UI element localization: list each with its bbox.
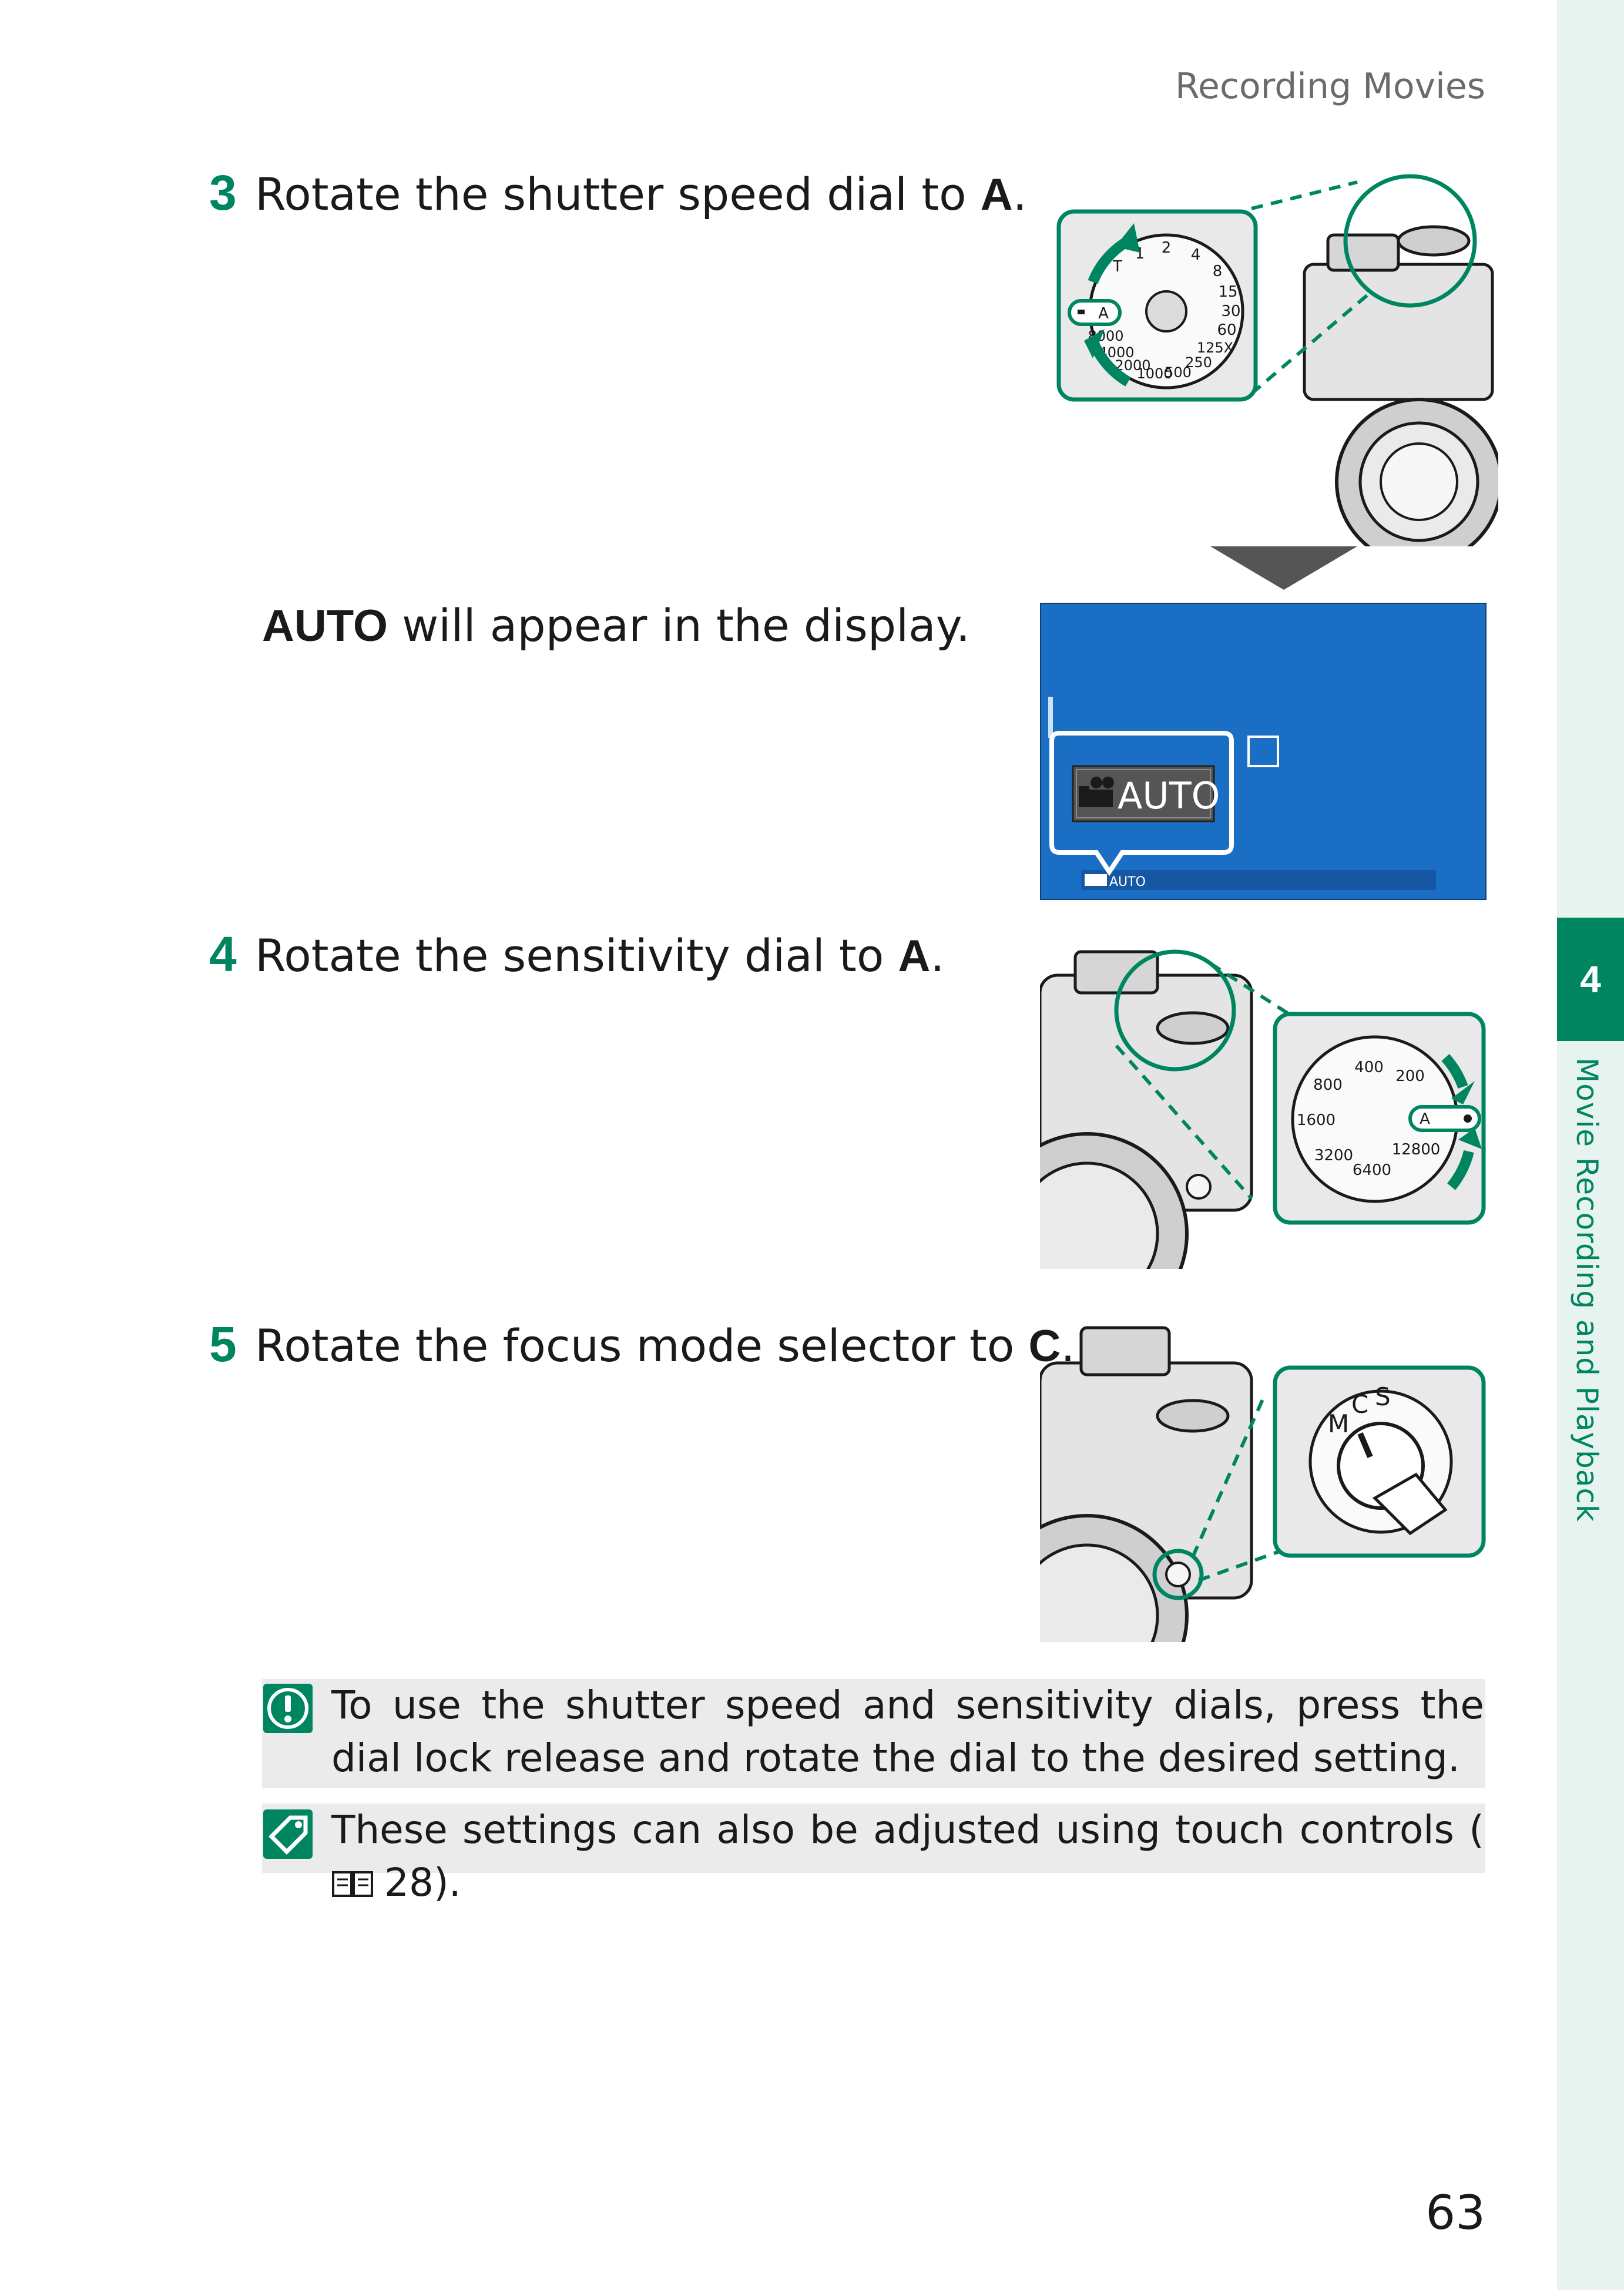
sensitivity-dial-illustration: 400 200 800 1600 3200 6400 12800 A bbox=[1040, 949, 1486, 1269]
dial-label-125x: 125X bbox=[1197, 340, 1233, 356]
iso-label-a: A bbox=[1420, 1110, 1430, 1128]
focus-selector-illustration: M C S bbox=[1040, 1326, 1486, 1642]
step-text: Rotate the focus mode selector to C. bbox=[255, 1319, 1075, 1372]
arrow-down-icon bbox=[1210, 546, 1357, 590]
tip-text: These settings can also be adjusted usin… bbox=[331, 1804, 1484, 1909]
tip-icon bbox=[263, 1809, 313, 1859]
step-3: 3 Rotate the shutter speed dial to A. bbox=[209, 164, 1027, 221]
focus-label-c: C bbox=[1351, 1390, 1368, 1419]
dial-label-60: 60 bbox=[1217, 321, 1236, 339]
dial-label-a: A bbox=[1098, 305, 1109, 323]
shutter-dial-illustration: 2 4 8 15 30 60 125X 250 500 1000 2000 40… bbox=[1056, 174, 1498, 546]
chapter-tab[interactable]: 4 bbox=[1557, 918, 1624, 1041]
step-text: Rotate the shutter speed dial to A. bbox=[255, 168, 1027, 220]
step-end: . bbox=[1012, 168, 1027, 220]
iso-label-3200: 3200 bbox=[1314, 1147, 1353, 1164]
chapter-title: Movie Recording and Playback bbox=[1570, 1057, 1604, 1522]
iso-label-200: 200 bbox=[1395, 1067, 1425, 1085]
auto-rest: will appear in the display. bbox=[387, 599, 971, 652]
caution-icon bbox=[263, 1684, 313, 1733]
page-reference-link[interactable]: 28 bbox=[384, 1860, 434, 1905]
auto-display-text: AUTO will appear in the display. bbox=[262, 599, 970, 652]
caution-text: To use the shutter speed and sensitivity… bbox=[331, 1683, 1484, 1781]
step-end: . bbox=[930, 929, 945, 982]
iso-label-6400: 6400 bbox=[1353, 1161, 1391, 1179]
focus-label-s: S bbox=[1375, 1382, 1391, 1411]
step-instruction: Rotate the focus mode selector to bbox=[254, 1319, 1029, 1372]
dial-label-30: 30 bbox=[1221, 303, 1240, 320]
dial-label-8: 8 bbox=[1213, 263, 1223, 280]
iso-label-400: 400 bbox=[1354, 1059, 1384, 1076]
dial-label-t: T bbox=[1112, 258, 1122, 276]
page-number: 63 bbox=[1425, 2185, 1485, 2240]
dial-label-15: 15 bbox=[1218, 283, 1237, 301]
lcd-display-illustration: AUTO AUTO bbox=[1040, 603, 1487, 900]
step-number: 5 bbox=[209, 1317, 237, 1372]
dial-label-2: 2 bbox=[1162, 239, 1172, 257]
step-instruction: Rotate the shutter speed dial to bbox=[254, 168, 981, 220]
tip-note: These settings can also be adjusted usin… bbox=[262, 1804, 1485, 1905]
focus-label-m: M bbox=[1328, 1409, 1349, 1438]
tip-text-end: ). bbox=[433, 1860, 461, 1905]
auto-keyword: AUTO bbox=[262, 601, 388, 651]
step-instruction: Rotate the sensitivity dial to bbox=[254, 929, 898, 982]
step-number: 4 bbox=[209, 926, 237, 982]
iso-label-12800: 12800 bbox=[1392, 1141, 1441, 1159]
iso-label-1600: 1600 bbox=[1297, 1112, 1336, 1129]
step-4: 4 Rotate the sensitivity dial to A. bbox=[209, 926, 945, 983]
lcd-auto-badge: AUTO bbox=[1118, 774, 1220, 817]
tip-text-main: These settings can also be adjusted usin… bbox=[331, 1807, 1484, 1852]
step-text: Rotate the sensitivity dial to A. bbox=[255, 929, 945, 982]
step-target: A bbox=[980, 170, 1013, 220]
lcd-bottom-auto: AUTO bbox=[1109, 875, 1146, 889]
caution-note: To use the shutter speed and sensitivity… bbox=[262, 1679, 1485, 1788]
book-icon bbox=[332, 1871, 373, 1897]
step-number: 3 bbox=[209, 165, 237, 220]
iso-label-800: 800 bbox=[1313, 1076, 1343, 1094]
chapter-number: 4 bbox=[1580, 958, 1601, 1000]
running-title: Recording Movies bbox=[1175, 66, 1485, 107]
step-target: A bbox=[898, 931, 931, 981]
step-5: 5 Rotate the focus mode selector to C. bbox=[209, 1316, 1075, 1373]
dial-label-4: 4 bbox=[1191, 246, 1201, 264]
